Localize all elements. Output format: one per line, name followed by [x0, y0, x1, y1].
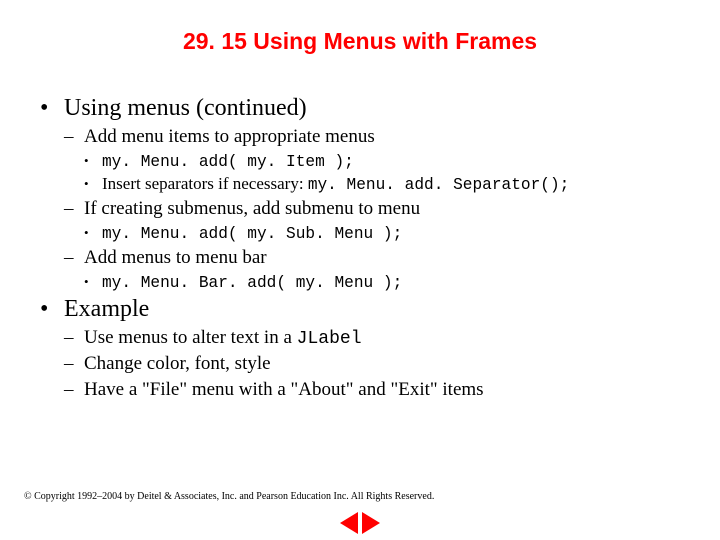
slide-title: 29. 15 Using Menus with Frames [40, 28, 680, 55]
bullet-text: Using menus (continued) [64, 95, 307, 121]
bullet-lvl3: my. Menu. add( my. Item ); [84, 151, 680, 171]
slide-content: 29. 15 Using Menus with Frames Using men… [0, 0, 720, 401]
bullet-text: If creating submenus, add submenu to men… [84, 198, 420, 219]
bullet-lvl2: Add menus to menu bar my. Menu. Bar. add… [64, 247, 680, 292]
bullet-lvl1: Using menus (continued) Add menu items t… [40, 95, 680, 292]
bullet-text: Insert separators if necessary: [102, 174, 308, 193]
nav-controls [340, 512, 380, 534]
bullet-text: Example [64, 296, 149, 322]
bullet-lvl1: Example Use menus to alter text in a JLa… [40, 296, 680, 401]
bullet-lvl2: If creating submenus, add submenu to men… [64, 198, 680, 243]
code-text: my. Menu. Bar. add( my. Menu ); [102, 274, 402, 292]
code-text: my. Menu. add( my. Sub. Menu ); [102, 225, 402, 243]
bullet-lvl3: my. Menu. add( my. Sub. Menu ); [84, 223, 680, 243]
code-text: my. Menu. add. Separator(); [308, 176, 570, 194]
bullet-lvl2: Use menus to alter text in a JLabel [64, 327, 680, 349]
bullet-list: Using menus (continued) Add menu items t… [40, 95, 680, 401]
copyright-text: © Copyright 1992–2004 by Deitel & Associ… [24, 491, 434, 502]
prev-slide-icon[interactable] [340, 512, 358, 534]
bullet-text: Add menu items to appropriate menus [84, 126, 375, 147]
bullet-text: Add menus to menu bar [84, 247, 267, 268]
code-text: my. Menu. add( my. Item ); [102, 153, 354, 171]
bullet-text: Have a "File" menu with a "About" and "E… [84, 379, 484, 400]
bullet-lvl2: Add menu items to appropriate menus my. … [64, 126, 680, 194]
bullet-lvl2: Change color, font, style [64, 353, 680, 375]
code-text: JLabel [297, 329, 362, 349]
bullet-text: Change color, font, style [84, 353, 271, 374]
bullet-text: Use menus to alter text in a [84, 327, 297, 348]
bullet-lvl2: Have a "File" menu with a "About" and "E… [64, 379, 680, 401]
bullet-lvl3: Insert separators if necessary: my. Menu… [84, 174, 680, 194]
next-slide-icon[interactable] [362, 512, 380, 534]
bullet-lvl3: my. Menu. Bar. add( my. Menu ); [84, 272, 680, 292]
